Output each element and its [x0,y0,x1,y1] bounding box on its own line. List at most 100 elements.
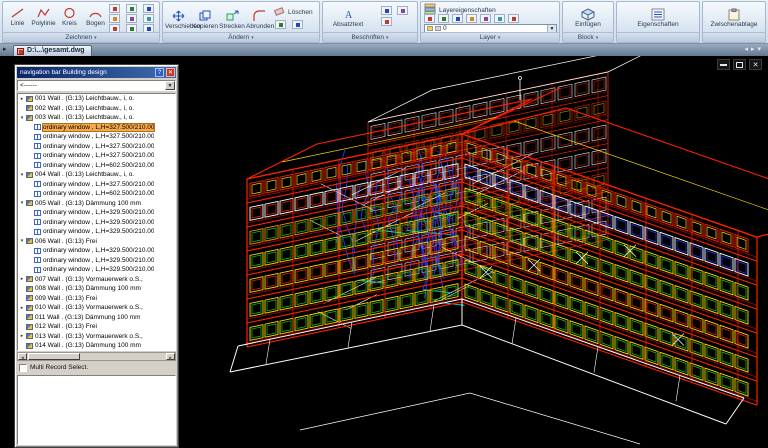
ribbon-small-icon[interactable] [109,4,120,13]
tree-item-wall[interactable]: 009 Wall . (G:13) Frei [18,294,175,304]
expand-arrow-icon[interactable]: ▸ [18,276,26,282]
expand-arrow-icon[interactable]: ▾ [18,115,26,121]
minimize-icon[interactable] [717,59,730,70]
tree-item-wall[interactable]: ▾006 Wall . (G:13) Frei [18,237,175,247]
expand-arrow-icon[interactable]: ▾ [18,238,26,244]
lightbulb-icon [427,26,433,31]
ribbon-small-icon[interactable] [466,14,477,23]
ribbon-button-clipboard[interactable]: Zwischenablage [705,8,763,28]
close-icon[interactable]: ✕ [749,59,762,70]
scrollbar-thumb[interactable] [28,353,80,360]
ribbon-button-polyline[interactable]: Polylinie [31,7,56,27]
scroll-left-icon[interactable]: ◂ [18,353,27,360]
expand-arrow-icon[interactable]: ▾ [18,200,26,206]
chevron-down-icon[interactable]: ▼ [165,81,175,90]
tree-item-window[interactable]: ordinary window , L,H=327.500/210.00 [18,123,175,133]
ribbon-button-fillet[interactable]: Abrunden [246,10,272,30]
panel-footer[interactable]: Layer▾ [421,32,559,42]
ribbon-button-erase[interactable]: Löschen [273,5,313,19]
tree-item-window[interactable]: ordinary window , L,H=602.500/210.00 [18,161,175,171]
tree-item-wall[interactable]: ▸001 Wall . (G:13) Leichtbauw., i, o. [18,94,175,104]
tree-item-wall[interactable]: ▸007 Wall . (G:13) Vormauerwerk o.S., [18,275,175,285]
tree-item-window[interactable]: ordinary window , L,H=329.500/210.00 [18,218,175,228]
tree-item-wall[interactable]: ▸013 Wall . (G:13) Vormauerwerk o.S., [18,332,175,342]
tree-item-wall[interactable]: 014 Wall . (G:13) Dämmung 100 mm [18,341,175,351]
ribbon-small-icon[interactable] [381,17,392,26]
tree-item-window[interactable]: ordinary window , L,H=602.500/210.00 [18,189,175,199]
tree-item-window[interactable]: ordinary window , L,H=329.500/210.00 [18,227,175,237]
close-icon[interactable]: ✕ [166,68,175,77]
ribbon-small-icon[interactable] [126,4,137,13]
wall-icon [26,115,33,121]
tree-item-window[interactable]: ordinary window , L,H=327.500/210.00 [18,132,175,142]
ribbon-small-icon[interactable] [126,14,137,23]
palette-titlebar[interactable]: navigation bar Building design ? ✕ [17,67,176,78]
document-tab[interactable]: D:\...\gesamt.dwg [13,45,92,56]
filter-combobox[interactable]: <------ ▼ [17,80,176,91]
panel-footer[interactable] [703,32,765,42]
expand-arrow-icon[interactable]: ▸ [18,305,26,311]
record-listbox[interactable] [17,375,176,445]
tree-horizontal-scrollbar[interactable]: ◂ ▸ [17,352,176,361]
tree-item-label: ordinary window , L,H=602.500/210.00 [43,162,154,169]
tree-item-label: ordinary window , L,H=329.500/210.00 [43,209,154,216]
panel-footer[interactable]: Block▾ [563,32,613,42]
tree-item-wall[interactable]: ▾005 Wall . (G:13) Dämmung 100 mm [18,199,175,209]
ribbon-button-text[interactable]: AAbsatztext [327,8,369,28]
menu-arrow-icon[interactable]: ▸ [3,44,7,56]
tree-item-label: 011 Wall . (G:13) Dämmung 100 mm [35,314,140,321]
ribbon-small-icon[interactable] [494,14,505,23]
props-icon [619,8,697,21]
ribbon-small-icon[interactable] [452,14,463,23]
multi-record-checkbox[interactable] [19,364,27,372]
ribbon-button-stretch[interactable]: Strecken [219,10,245,30]
ribbon-small-icon[interactable] [508,14,519,23]
ribbon-small-icon[interactable] [109,14,120,23]
tree-item-wall[interactable]: 011 Wall . (G:13) Dämmung 100 mm [18,313,175,323]
ribbon-small-icon[interactable] [480,14,491,23]
panel-footer[interactable] [617,32,699,42]
ribbon-button-arc[interactable]: Bogen [83,7,108,27]
tree-item-window[interactable]: ordinary window , L,H=327.500/210.00 [18,142,175,152]
expand-arrow-icon[interactable]: ▸ [18,96,26,102]
tree-item-window[interactable]: ordinary window , L,H=327.500/210.00 [18,151,175,161]
ribbon-small-icon[interactable] [397,6,408,15]
tree-item-wall[interactable]: ▾003 Wall . (G:13) Leichtbauw., i, o. [18,113,175,123]
ribbon-small-icon[interactable] [143,14,154,23]
tree-item-window[interactable]: ordinary window , L,H=329.500/210.00 [18,265,175,275]
ribbon-button-insert[interactable]: Einfügen [565,8,611,28]
tree-item-window[interactable]: ordinary window , L,H=329.500/210.00 [18,208,175,218]
ribbon-small-icon[interactable] [381,6,392,15]
tree-item-window[interactable]: ordinary window , L,H=329.500/210.00 [18,256,175,266]
ribbon-small-icon[interactable] [275,20,286,29]
ribbon-small-icon[interactable] [292,20,303,29]
ribbon-button-line[interactable]: Linie [5,7,30,27]
expand-arrow-icon[interactable]: ▸ [18,333,26,339]
panel-footer[interactable]: Beschriften▾ [323,32,417,42]
insert-icon [565,8,611,21]
tree-item-wall[interactable]: 012 Wall . (G:13) Frei [18,322,175,332]
ribbon-panel-block: Einfügen Block▾ [562,1,614,43]
ribbon-button-move[interactable]: Verschieben [165,10,191,30]
tree-item-wall[interactable]: ▾004 Wall . (G:13) Leichtbauw., i, o. [18,170,175,180]
ribbon-button-copy[interactable]: Kopieren [192,10,218,30]
expand-arrow-icon[interactable]: ▾ [18,172,26,178]
panel-footer[interactable]: Zeichnen▾ [3,32,159,42]
tree-item-window[interactable]: ordinary window , L,H=329.500/210.00 [18,246,175,256]
ribbon-small-icon[interactable] [143,4,154,13]
restore-icon[interactable] [733,59,746,70]
panel-footer[interactable]: Ändern▾ [163,32,319,42]
tree-item-wall[interactable]: 002 Wall . (G:13) Leichtbauw., i, o. [18,104,175,114]
ribbon-small-icon[interactable] [438,14,449,23]
tree-item-wall[interactable]: ▸010 Wall . (G:13) Vormauerwerk o.S., [18,303,175,313]
help-icon[interactable]: ? [155,68,164,77]
scroll-right-icon[interactable]: ▸ [166,353,175,360]
ribbon-small-icon[interactable] [424,14,435,23]
ribbon-button-props[interactable]: Eigenschaften [619,8,697,28]
tree-item-wall[interactable]: 008 Wall . (G:13) Dämmung 100 mm [18,284,175,294]
tab-menu-icon[interactable]: ▾ [757,46,764,53]
document-tab-bar: ▸ D:\...\gesamt.dwg ◂▸▾ [0,44,768,56]
tree-item-window[interactable]: ordinary window , L,H=327.500/210.00 [18,180,175,190]
ribbon-button-circle[interactable]: Kreis [57,7,82,27]
chevron-down-icon[interactable]: ▼ [547,25,556,32]
